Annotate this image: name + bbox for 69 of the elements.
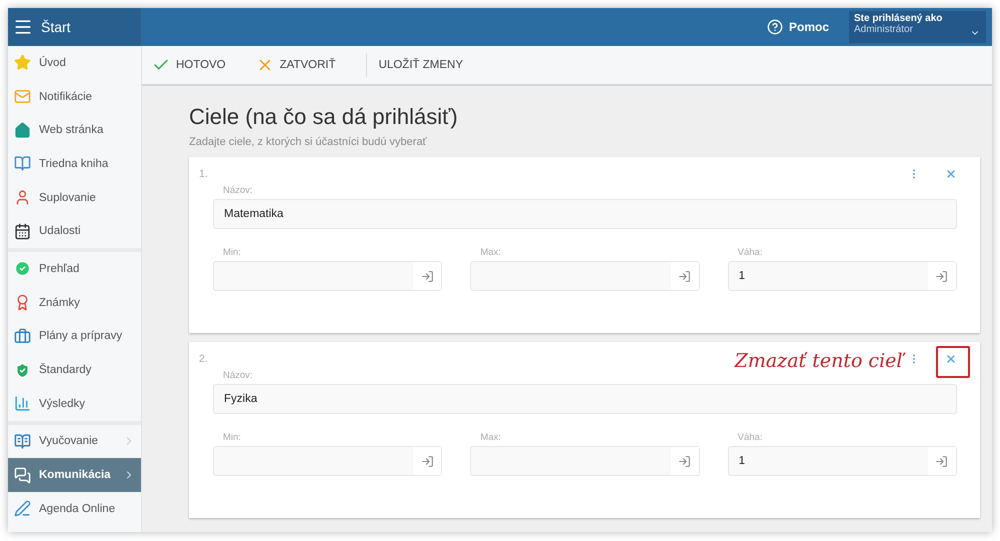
sidebar-item[interactable]: Komunikácia [8, 458, 141, 492]
sidebar-item[interactable]: Web stránka [8, 113, 141, 148]
open-book-icon [14, 432, 31, 450]
app-title: Štart [41, 19, 71, 35]
insert-button[interactable] [670, 447, 699, 475]
page-title: Ciele (na čo sa dá prihlásiť) [189, 104, 459, 130]
field-label: Váha: [738, 247, 764, 258]
sidebar-item[interactable]: Vyučovanie [8, 424, 141, 458]
sidebar-item[interactable]: Agenda Online [8, 492, 141, 526]
field-label: Názov: [223, 185, 254, 196]
number-field[interactable]: 1 [728, 261, 957, 291]
calendar-icon [14, 222, 31, 240]
person-icon [14, 189, 31, 206]
help-button[interactable]: Pomoc [766, 19, 829, 35]
toolbar-button[interactable]: HOTOVO [152, 53, 238, 77]
goal-number: 1. [199, 168, 208, 180]
delete-button[interactable] [945, 168, 957, 180]
briefcase-icon [14, 328, 31, 345]
book-icon [14, 155, 31, 172]
insert-button[interactable] [928, 262, 956, 290]
toolbar-button[interactable]: ULOŽIŤ ZMENY [366, 53, 475, 77]
arrow-into-box-icon [935, 454, 948, 468]
field-label: Max: [480, 432, 502, 443]
sidebar-item[interactable]: Plány a prípravy [8, 320, 141, 354]
field-label: Min: [223, 432, 242, 443]
field-label: Váha: [738, 432, 764, 443]
delete-button[interactable] [945, 353, 957, 365]
user-menu[interactable]: Ste prihlásený ako Administrátor [849, 11, 986, 43]
insert-button[interactable] [670, 262, 699, 290]
bar-chart-icon [14, 395, 31, 412]
name-field[interactable]: Matematika [213, 199, 957, 229]
house-icon [14, 122, 31, 139]
goal-number: 2. [199, 353, 208, 365]
sidebar-item[interactable]: Udalosti [8, 214, 141, 248]
chat-bubbles-icon [14, 466, 31, 484]
envelope-icon [14, 88, 31, 106]
insert-button[interactable] [413, 447, 442, 475]
arrow-into-box-icon [678, 454, 692, 468]
number-field[interactable] [213, 446, 442, 476]
shield-icon [14, 362, 31, 379]
number-field[interactable] [470, 446, 700, 476]
sidebar-item[interactable]: Známky [8, 286, 141, 320]
field-label: Min: [223, 247, 242, 258]
arrow-into-box-icon [420, 454, 434, 468]
sidebar-item[interactable]: Triedna kniha [8, 147, 141, 181]
field-label: Max: [480, 247, 502, 258]
toolbar-button[interactable]: ZATVORIŤ [256, 53, 348, 77]
sidebar-item[interactable]: Suplovanie [8, 180, 141, 214]
pen-icon [14, 500, 31, 518]
sidebar-item[interactable]: Notifikácie [8, 80, 141, 114]
annotation-text: Zmazať tento cieľ [734, 350, 904, 372]
arrow-into-box-icon [420, 270, 434, 282]
insert-button[interactable] [928, 447, 956, 475]
arrow-into-box-icon [935, 270, 948, 282]
star-icon [14, 54, 31, 72]
number-field[interactable] [213, 261, 442, 291]
number-field[interactable]: 1 [728, 446, 957, 476]
check-circle-icon [14, 260, 31, 278]
name-field[interactable]: Fyzika [213, 384, 957, 414]
sidebar-item[interactable]: Výsledky [8, 386, 141, 421]
insert-button[interactable] [413, 262, 442, 290]
arrow-into-box-icon [678, 270, 692, 282]
field-label: Názov: [223, 370, 254, 381]
page-subtitle: Zadajte ciele, z ktorých si účastníci budú vyberať [189, 136, 428, 148]
sidebar-item[interactable]: Prehľad [8, 252, 141, 286]
sidebar-item[interactable]: Štandardy [8, 353, 141, 387]
sidebar-item[interactable]: Úvod [8, 46, 141, 80]
number-field[interactable] [470, 261, 700, 291]
question-icon [766, 19, 783, 35]
